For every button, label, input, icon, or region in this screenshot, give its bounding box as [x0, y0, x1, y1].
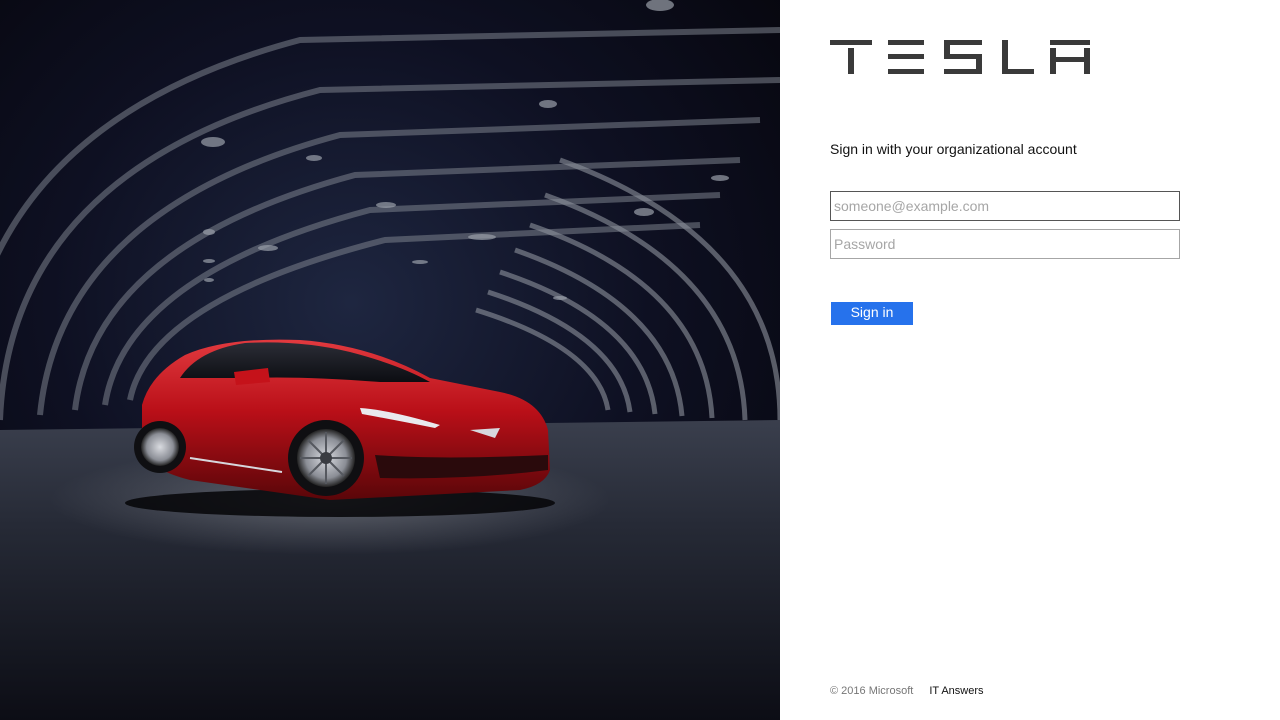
password-field[interactable]: [830, 229, 1180, 259]
tesla-wordmark-logo: [830, 40, 1090, 74]
sign-in-button[interactable]: Sign in: [830, 301, 914, 326]
sign-in-panel: Sign in with your organizational account…: [780, 0, 1280, 720]
hero-panel: [0, 0, 780, 720]
sign-in-intro: Sign in with your organizational account: [830, 141, 1077, 157]
email-field[interactable]: [830, 191, 1180, 221]
footer: © 2016 Microsoft IT Answers: [830, 685, 984, 697]
tesla-logo-icon: [830, 40, 1090, 74]
sign-in-page: Sign in with your organizational account…: [0, 0, 1280, 720]
it-answers-link[interactable]: IT Answers: [929, 685, 983, 697]
hero-image: [0, 0, 780, 720]
copyright-text: © 2016 Microsoft: [830, 685, 914, 697]
